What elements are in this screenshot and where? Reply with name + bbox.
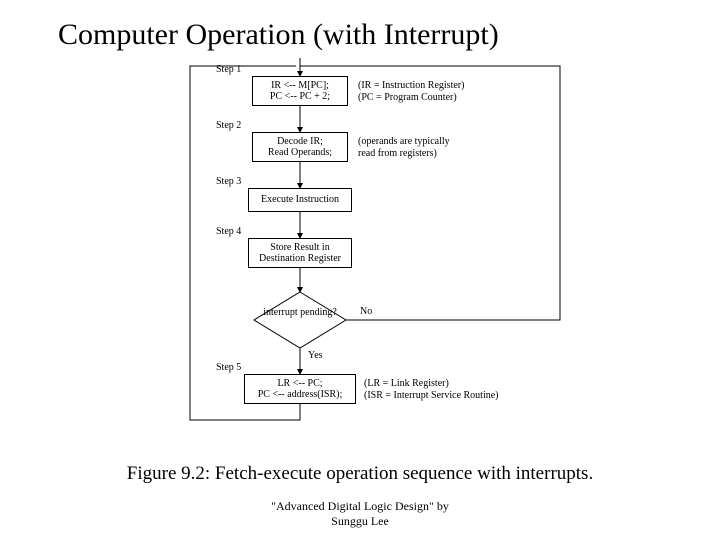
figure-caption: Figure 9.2: Fetch-execute operation sequ… xyxy=(0,463,720,485)
box-decode-line1: Decode IR; xyxy=(257,136,343,148)
note-isr: (ISR = Interrupt Service Routine) xyxy=(364,390,499,402)
branch-no: No xyxy=(360,306,372,317)
step4-label: Step 4 xyxy=(216,226,241,237)
note-lr: (LR = Link Register) xyxy=(364,378,499,390)
box-store-line2: Destination Register xyxy=(253,253,347,265)
credit-line1: "Advanced Digital Logic Design" by xyxy=(0,499,720,513)
note-ir: (IR = Instruction Register) xyxy=(358,80,464,92)
box-decode-line2: Read Operands; xyxy=(257,147,343,159)
note-lr-isr: (LR = Link Register) (ISR = Interrupt Se… xyxy=(364,378,499,402)
box-decode: Decode IR; Read Operands; xyxy=(252,132,348,162)
note-pc: (PC = Program Counter) xyxy=(358,92,464,104)
branch-yes: Yes xyxy=(308,350,323,361)
credit-line2: Sunggu Lee xyxy=(0,514,720,528)
note-operands-line2: read from registers) xyxy=(358,148,450,160)
box-isr-line1: LR <-- PC; xyxy=(249,378,351,390)
note-ir-pc: (IR = Instruction Register) (PC = Progra… xyxy=(358,80,464,104)
step3-label: Step 3 xyxy=(216,176,241,187)
step1-label: Step 1 xyxy=(216,64,241,75)
credit: "Advanced Digital Logic Design" by Sungg… xyxy=(0,499,720,528)
box-execute: Execute Instruction xyxy=(248,188,352,212)
box-execute-text: Execute Instruction xyxy=(253,194,347,206)
flowchart: Step 1 Step 2 Step 3 Step 4 Step 5 IR <-… xyxy=(0,58,720,458)
slide-title: Computer Operation (with Interrupt) xyxy=(0,0,720,52)
connector-lines xyxy=(0,58,720,458)
box-isr-line2: PC <-- address(ISR); xyxy=(249,389,351,401)
step2-label: Step 2 xyxy=(216,120,241,131)
box-fetch: IR <-- M[PC]; PC <-- PC + 2; xyxy=(252,76,348,106)
box-fetch-line1: IR <-- M[PC]; xyxy=(257,80,343,92)
box-isr: LR <-- PC; PC <-- address(ISR); xyxy=(244,374,356,404)
decision-text: interrupt pending? xyxy=(262,307,338,318)
box-store-line1: Store Result in xyxy=(253,242,347,254)
step5-label: Step 5 xyxy=(216,362,241,373)
box-fetch-line2: PC <-- PC + 2; xyxy=(257,91,343,103)
note-operands: (operands are typically read from regist… xyxy=(358,136,450,160)
box-store: Store Result in Destination Register xyxy=(248,238,352,268)
note-operands-line1: (operands are typically xyxy=(358,136,450,148)
